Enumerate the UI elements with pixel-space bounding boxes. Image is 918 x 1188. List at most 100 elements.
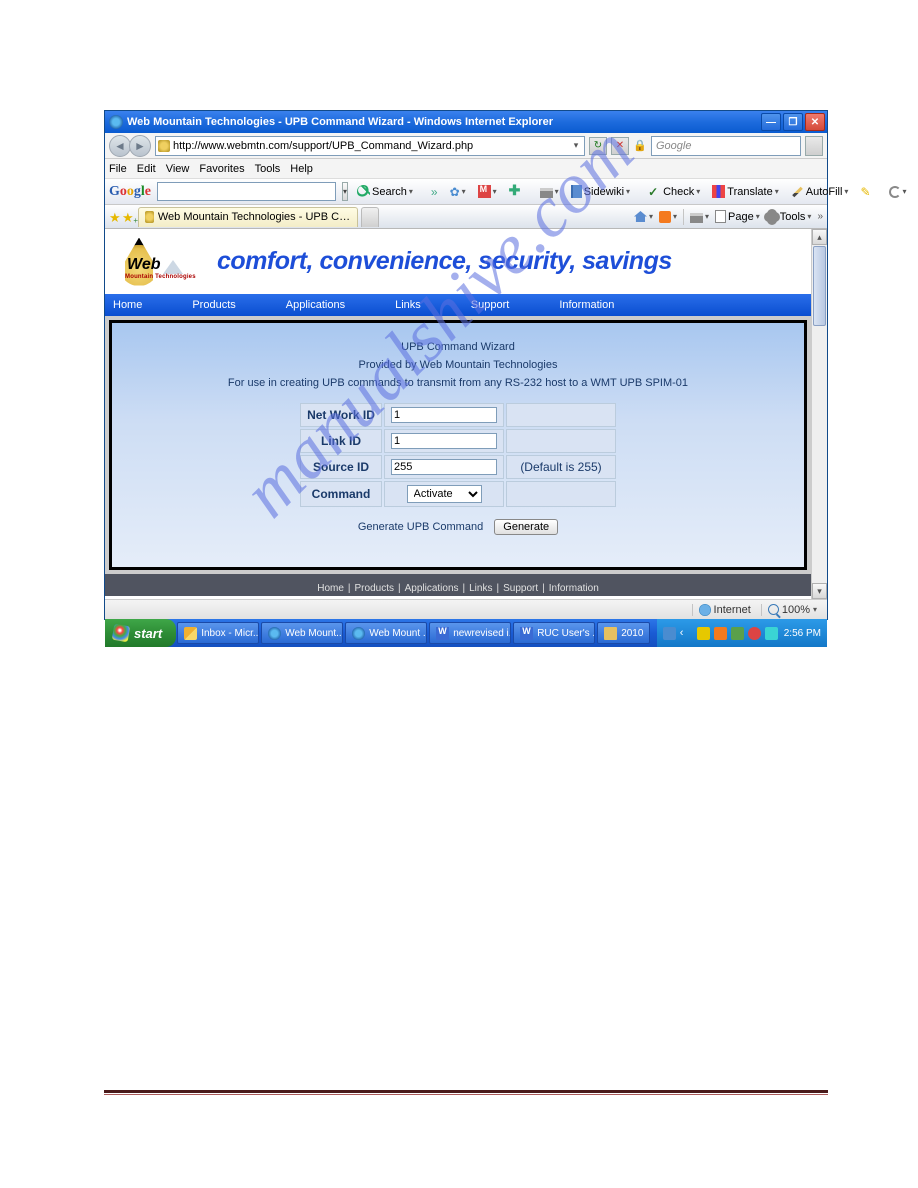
nav-links[interactable]: Links <box>395 299 421 311</box>
tray-icon[interactable] <box>714 627 727 640</box>
command-label: Command <box>300 481 382 507</box>
gmail-button[interactable]: ▾ <box>475 185 500 198</box>
autofill-button[interactable]: AutoFill▾ <box>788 186 852 198</box>
footer-links[interactable]: Links <box>469 583 492 594</box>
taskbar-item-outlook[interactable]: Inbox - Micr... <box>177 622 259 644</box>
close-button[interactable]: ✕ <box>805 113 825 131</box>
nav-home[interactable]: Home <box>113 299 142 311</box>
wizard-subtitle: Provided by Web Mountain Technologies <box>124 359 792 371</box>
nav-support[interactable]: Support <box>471 299 510 311</box>
google-search-input[interactable] <box>157 182 336 201</box>
settings-button[interactable]: ▾ <box>886 186 910 198</box>
site-favicon <box>158 140 170 152</box>
source-id-label: Source ID <box>300 455 382 479</box>
command-select[interactable]: Activate <box>407 485 482 503</box>
wrench-icon <box>889 186 901 198</box>
plus-button[interactable]: ✚ <box>506 185 525 198</box>
tray-icon[interactable] <box>765 627 778 640</box>
menu-file[interactable]: File <box>109 163 127 175</box>
rss-icon <box>659 211 671 223</box>
nav-applications[interactable]: Applications <box>286 299 345 311</box>
footer-support[interactable]: Support <box>503 583 538 594</box>
stop-button[interactable]: ✕ <box>611 137 629 155</box>
tab-bar: ★ ★+ Web Mountain Technologies - UPB Com… <box>105 205 827 229</box>
nav-products[interactable]: Products <box>192 299 235 311</box>
mail-icon <box>478 185 491 198</box>
print-button[interactable]: ▾ <box>690 211 709 223</box>
tray-icon[interactable]: ‹ <box>680 627 693 640</box>
sidewiki-button[interactable]: Sidewiki▾ <box>568 185 633 198</box>
generate-row: Generate UPB Command Generate <box>124 519 792 535</box>
menu-edit[interactable]: Edit <box>137 163 156 175</box>
taskbar-item-folder[interactable]: 2010 <box>597 622 650 644</box>
folder-icon <box>604 627 617 640</box>
url-dropdown[interactable]: ▾ <box>570 140 582 151</box>
forward-button[interactable]: ► <box>129 135 151 157</box>
taskbar-item-word2[interactable]: RUC User's ... <box>513 622 595 644</box>
security-zone[interactable]: Internet <box>692 604 757 616</box>
start-button[interactable]: start <box>105 619 176 647</box>
status-bar: Internet 100% ▾ <box>105 599 827 619</box>
google-search-button[interactable]: Search▾ <box>354 185 416 198</box>
highlight-button[interactable]: ✎ <box>857 185 873 199</box>
source-id-input[interactable] <box>391 459 497 475</box>
home-button[interactable]: ▾ <box>634 211 653 222</box>
tray-icon[interactable] <box>697 627 710 640</box>
footer-home[interactable]: Home <box>317 583 344 594</box>
share-button[interactable]: » <box>428 185 441 199</box>
back-button[interactable]: ◄ <box>109 135 131 157</box>
menu-view[interactable]: View <box>166 163 190 175</box>
printer-button[interactable]: ▾ <box>537 186 562 198</box>
generate-button[interactable]: Generate <box>494 519 558 535</box>
favorites-star-icon[interactable]: ★ <box>109 210 122 223</box>
tray-icon[interactable] <box>663 627 676 640</box>
ie-icon <box>352 627 365 640</box>
bookmark-button[interactable]: ✿▾ <box>447 185 469 199</box>
document-footer-rule <box>104 1090 828 1095</box>
network-id-input[interactable] <box>391 407 497 423</box>
link-id-note <box>506 429 616 453</box>
url-input[interactable] <box>173 140 567 152</box>
spellcheck-button[interactable]: ✓Check▾ <box>645 185 703 198</box>
footer-applications[interactable]: Applications <box>405 583 459 594</box>
feeds-button[interactable]: ▾ <box>659 211 677 223</box>
zoom-control[interactable]: 100% ▾ <box>761 604 823 616</box>
translate-button[interactable]: Translate▾ <box>709 185 781 198</box>
scroll-thumb[interactable] <box>813 246 826 326</box>
google-search-dropdown[interactable]: ▾ <box>342 182 348 201</box>
taskbar-item-ie2[interactable]: Web Mount ... <box>345 622 427 644</box>
expand-button[interactable]: » <box>817 211 823 222</box>
network-id-note <box>506 403 616 427</box>
tray-icon[interactable] <box>748 627 761 640</box>
refresh-button[interactable]: ↻ <box>589 137 607 155</box>
page-button[interactable]: Page▾ <box>715 210 760 223</box>
scroll-down-button[interactable]: ▾ <box>812 583 827 599</box>
menu-favorites[interactable]: Favorites <box>199 163 244 175</box>
nav-information[interactable]: Information <box>559 299 614 311</box>
tray-icon[interactable] <box>731 627 744 640</box>
search-icon <box>357 185 370 198</box>
add-favorite-icon[interactable]: ★+ <box>122 210 135 223</box>
vertical-scrollbar[interactable]: ▴ ▾ <box>811 229 827 599</box>
maximize-button[interactable]: ❐ <box>783 113 803 131</box>
wizard-form: Net Work ID Link ID Source ID ( <box>298 401 618 509</box>
google-logo: Google <box>109 184 151 200</box>
taskbar-clock[interactable]: 2:56 PM <box>784 628 821 639</box>
windows-taskbar: start Inbox - Micr... Web Mount... Web M… <box>105 619 827 647</box>
browser-tab[interactable]: Web Mountain Technologies - UPB Command … <box>138 207 358 227</box>
search-go-button[interactable] <box>805 136 823 156</box>
url-field-wrap: ▾ <box>155 136 585 156</box>
footer-products[interactable]: Products <box>355 583 394 594</box>
scroll-up-button[interactable]: ▴ <box>812 229 827 245</box>
menu-tools[interactable]: Tools <box>255 163 281 175</box>
link-id-input[interactable] <box>391 433 497 449</box>
taskbar-item-ie1[interactable]: Web Mount... <box>261 622 343 644</box>
tools-button[interactable]: Tools▾ <box>766 211 812 223</box>
menu-help[interactable]: Help <box>290 163 313 175</box>
ssl-lock-icon: 🔒 <box>633 139 647 153</box>
taskbar-item-word1[interactable]: newrevised i... <box>429 622 511 644</box>
search-box[interactable]: Google <box>651 136 801 156</box>
footer-information[interactable]: Information <box>549 583 599 594</box>
new-tab-button[interactable] <box>361 207 379 227</box>
minimize-button[interactable]: — <box>761 113 781 131</box>
